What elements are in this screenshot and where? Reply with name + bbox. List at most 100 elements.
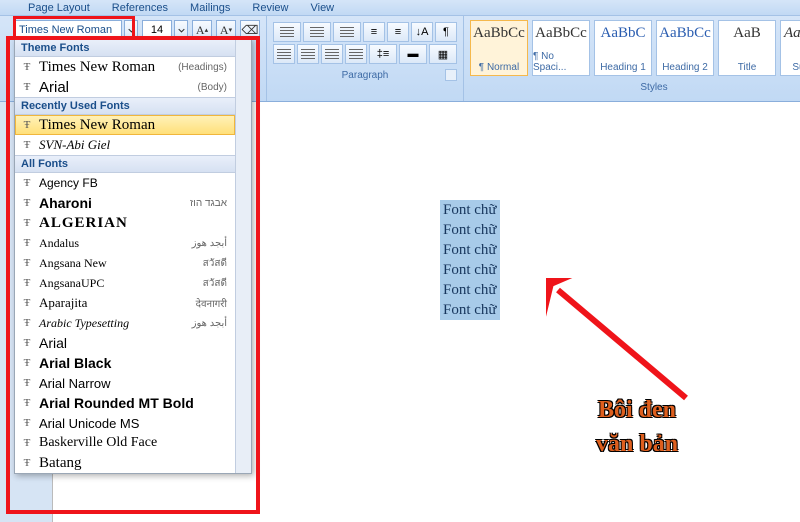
font-option[interactable]: ŦBatang [15, 453, 235, 473]
menu-mailings[interactable]: Mailings [190, 2, 230, 14]
font-option[interactable]: ŦAngsanaUPCสวัสดี [15, 273, 235, 293]
shrink-font-button[interactable]: A▾ [216, 20, 236, 40]
pilcrow-icon: ¶ [443, 26, 449, 38]
align-center-icon [301, 49, 315, 59]
line-spacing-button[interactable]: ‡≡ [369, 44, 397, 64]
font-option-name: Batang [35, 455, 227, 472]
menu-review[interactable]: Review [252, 2, 288, 14]
increase-indent-button[interactable]: ≡ [387, 22, 409, 42]
style-name: Heading 1 [600, 62, 646, 73]
grow-font-button[interactable]: A▴ [192, 20, 212, 40]
decrease-indent-button[interactable]: ≡ [363, 22, 385, 42]
truetype-icon: Ŧ [19, 277, 35, 289]
style-name: ¶ No Spaci... [533, 51, 589, 73]
truetype-icon: Ŧ [19, 237, 35, 249]
style-sample: AaBbCc [784, 25, 800, 42]
shading-button[interactable]: ▬ [399, 44, 427, 64]
menu-view[interactable]: View [310, 2, 334, 14]
font-option-name: Arial Black [35, 355, 227, 371]
font-option[interactable]: ŦArial Narrow [15, 373, 235, 393]
font-option[interactable]: ŦAndalusأبجد هوز [15, 233, 235, 253]
font-name-dropdown-arrow[interactable] [124, 20, 138, 40]
style-tile---no-spaci---[interactable]: AaBbCc ¶ No Spaci... [532, 20, 590, 76]
font-option-tag: สวัสดี [203, 276, 227, 291]
font-option-tag: أبجد هوز [192, 238, 227, 249]
font-option-name: Agency FB [35, 176, 227, 190]
font-option-name: Arial Narrow [35, 376, 227, 391]
font-option[interactable]: ŦArial Black [15, 353, 235, 373]
dropdown-scrollbar[interactable] [235, 39, 251, 473]
font-option[interactable]: ŦAparajitaदेवनागरी [15, 293, 235, 313]
font-option[interactable]: ŦArial(Body) [15, 77, 235, 97]
styles-group: AaBbCc¶ Normal AaBbCc ¶ No Spaci... AaBbC He… [464, 16, 800, 101]
styles-group-label: Styles [470, 82, 800, 93]
style-name: Subtitle [792, 62, 800, 73]
font-option[interactable]: ŦAngsana Newสวัสดี [15, 253, 235, 273]
borders-button[interactable]: ▦ [429, 44, 457, 64]
style-tile-heading-2[interactable]: AaBbCc Heading 2 [656, 20, 714, 76]
outdent-icon: ≡ [371, 26, 377, 38]
dropdown-section-head: All Fonts [15, 155, 235, 173]
font-size-dropdown-arrow[interactable] [174, 20, 188, 40]
font-option[interactable]: ŦArial Unicode MS [15, 413, 235, 433]
font-option[interactable]: ŦALGERIAN [15, 213, 235, 233]
multilevel-list-button[interactable] [333, 22, 361, 42]
menu-references[interactable]: References [112, 2, 168, 14]
numbering-button[interactable] [303, 22, 331, 42]
font-option[interactable]: ŦAharoniאבגד הוז [15, 193, 235, 213]
truetype-icon: Ŧ [19, 377, 35, 389]
selected-line: Font chữ [440, 300, 500, 320]
font-size-combo[interactable] [142, 20, 172, 40]
font-option-name: Times New Roman [35, 59, 178, 76]
align-center-button[interactable] [297, 44, 319, 64]
borders-icon: ▦ [438, 48, 448, 61]
font-option-tag: สวัสดี [203, 256, 227, 271]
truetype-icon: Ŧ [19, 297, 35, 309]
style-sample: AaBbCc [659, 25, 711, 42]
style-tile-title[interactable]: AaBTitle [718, 20, 776, 76]
font-option[interactable]: ŦArial [15, 333, 235, 353]
font-option[interactable]: ŦArabic Typesettingأبجد هوز [15, 313, 235, 333]
sort-button[interactable]: ↓A [411, 22, 433, 42]
style-sample: AaBbC [601, 25, 646, 42]
paint-bucket-icon: ▬ [408, 48, 419, 60]
style-tile-subtitle[interactable]: AaBbCc Subtitle [780, 20, 800, 76]
paragraph-dialog-launcher[interactable] [445, 69, 457, 81]
font-option[interactable]: ŦBaskerville Old Face [15, 433, 235, 453]
font-name-combo[interactable]: Times New Roman [14, 20, 122, 40]
truetype-icon: Ŧ [19, 177, 35, 189]
font-option[interactable]: ŦArial Rounded MT Bold [15, 393, 235, 413]
indent-icon: ≡ [395, 26, 401, 38]
font-option[interactable]: ŦAgency FB [15, 173, 235, 193]
multilevel-icon [340, 27, 354, 37]
font-option[interactable]: ŦTimes New Roman(Headings) [15, 57, 235, 77]
clear-formatting-button[interactable]: ⌫ [240, 20, 260, 40]
font-option-name: Baskerville Old Face [35, 435, 227, 451]
align-left-button[interactable] [273, 44, 295, 64]
truetype-icon: Ŧ [19, 217, 35, 229]
show-marks-button[interactable]: ¶ [435, 22, 457, 42]
selected-line: Font chữ [440, 280, 500, 300]
selected-text-block[interactable]: Font chữFont chữFont chữFont chữFont chữ… [440, 200, 500, 320]
font-option[interactable]: ŦSVN-Abi Giel [15, 135, 235, 155]
dropdown-section-head: Recently Used Fonts [15, 97, 235, 115]
font-option-name: Aparajita [35, 295, 196, 311]
sort-icon: ↓A [416, 26, 429, 38]
style-sample: AaBbCc [535, 25, 587, 42]
align-right-icon [325, 49, 339, 59]
bullets-button[interactable] [273, 22, 301, 42]
menu-page-layout[interactable]: Page Layout [28, 2, 90, 14]
justify-button[interactable] [345, 44, 367, 64]
style-name: Heading 2 [662, 62, 708, 73]
chevron-down-icon [128, 27, 135, 34]
style-tile-heading-1[interactable]: AaBbC Heading 1 [594, 20, 652, 76]
truetype-icon: Ŧ [19, 337, 35, 349]
truetype-icon: Ŧ [19, 317, 35, 329]
style-name: Title [738, 62, 757, 73]
align-right-button[interactable] [321, 44, 343, 64]
eraser-icon: ⌫ [242, 23, 259, 37]
truetype-icon: Ŧ [19, 417, 35, 429]
style-tile---normal[interactable]: AaBbCc¶ Normal [470, 20, 528, 76]
font-option[interactable]: ŦTimes New Roman [15, 115, 235, 135]
font-option-name: Angsana New [35, 256, 203, 271]
